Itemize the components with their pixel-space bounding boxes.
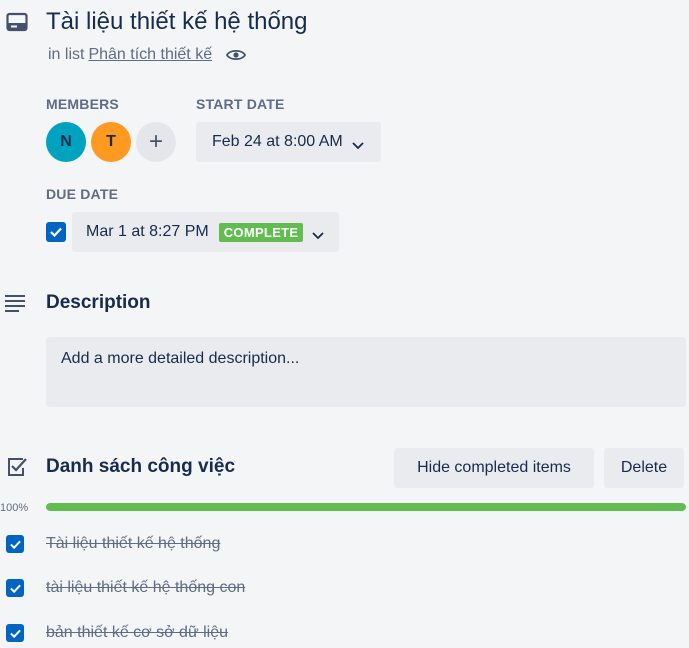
start-date-label: START DATE [196,96,285,112]
members-list: N T + [46,122,176,162]
check-icon [50,227,62,238]
due-date-checkbox[interactable] [46,222,66,242]
avatar[interactable]: T [91,122,131,162]
checklist-title[interactable]: Danh sách công việc [46,456,235,478]
chevron-down-icon [351,137,365,150]
checklist-icon [6,456,28,478]
in-list-line: in list Phân tích thiết kế [48,46,247,64]
start-date-value: Feb 24 at 8:00 AM [212,133,343,150]
members-label: MEMBERS [46,96,119,112]
description-icon [4,294,26,312]
item-checkbox[interactable] [6,624,24,642]
checklist-item[interactable]: tài liệu thiết kế hệ thống con [6,579,245,597]
description-input[interactable]: Add a more detailed description... [46,337,686,407]
check-icon [9,584,21,593]
check-icon [9,629,21,638]
list-link[interactable]: Phân tích thiết kế [88,46,212,64]
start-date-button[interactable]: Feb 24 at 8:00 AM [196,122,381,162]
chevron-down-icon [311,227,325,240]
in-list-prefix: in list [48,46,85,63]
checklist-item[interactable]: Tài liệu thiết kế hệ thống [6,535,220,553]
item-text[interactable]: Tài liệu thiết kế hệ thống [46,535,220,553]
check-icon [9,540,21,549]
description-title: Description [46,292,151,313]
due-date-button[interactable]: Mar 1 at 8:27 PM COMPLETE [72,212,340,252]
due-date-label: DUE DATE [46,186,119,202]
due-date-value: Mar 1 at 8:27 PM [86,223,209,240]
status-badge: COMPLETE [218,222,304,242]
card-title[interactable]: Tài liệu thiết kế hệ thống [46,6,308,38]
hide-completed-button[interactable]: Hide completed items [394,448,594,488]
plus-icon: + [148,128,163,155]
delete-checklist-button[interactable]: Delete [604,448,684,488]
item-text[interactable]: tài liệu thiết kế hệ thống con [46,579,245,597]
item-text[interactable]: bản thiết kế cơ sở dữ liệu [46,624,228,642]
item-checkbox[interactable] [6,535,24,553]
avatar[interactable]: N [46,122,86,162]
progress-bar [46,503,686,511]
add-member-button[interactable]: + [136,122,176,162]
progress-fill [46,503,686,511]
progress-percent: 100% [0,502,29,514]
eye-icon[interactable] [226,48,247,62]
card-icon [6,12,28,32]
item-checkbox[interactable] [6,579,24,597]
checklist-item[interactable]: bản thiết kế cơ sở dữ liệu [6,624,228,642]
